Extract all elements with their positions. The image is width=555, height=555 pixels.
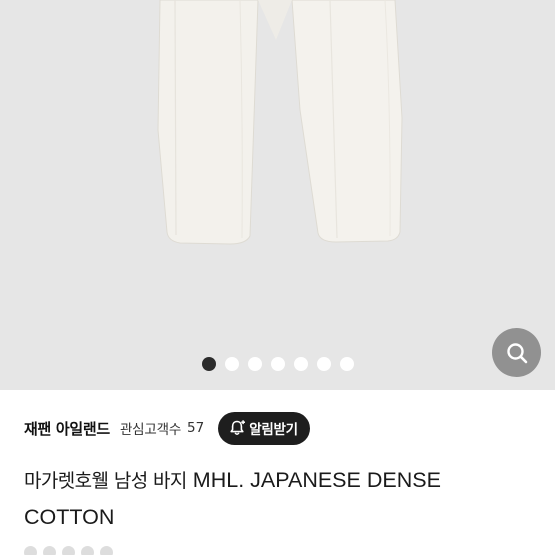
product-photo — [157, 0, 403, 245]
get-notifications-label: 알림받기 — [249, 422, 298, 438]
gallery-dot-5[interactable] — [294, 357, 308, 371]
get-notifications-button[interactable]: 알림받기 — [218, 411, 310, 445]
rating-row-partial — [24, 546, 113, 555]
product-title-korean: 마가렛호웰 남성 바지 — [24, 470, 187, 492]
product-detail-page: 재팬 아일랜드 관심고객수 57 알림받기 마가렛호웰 남성 바지 MHL. J… — [0, 0, 555, 555]
product-image-gallery[interactable] — [0, 0, 555, 390]
product-title: 마가렛호웰 남성 바지 MHL. JAPANESE DENSE COTTON — [24, 462, 534, 535]
star-icon — [24, 546, 37, 555]
gallery-dot-3[interactable] — [248, 357, 262, 371]
zoom-button[interactable] — [492, 328, 541, 377]
seller-name[interactable]: 재팬 아일랜드 — [24, 418, 110, 439]
seller-row: 재팬 아일랜드 관심고객수 57 알림받기 — [24, 410, 310, 446]
gallery-pagination — [202, 357, 354, 371]
gallery-dot-1[interactable] — [202, 357, 216, 371]
follower-count-label: 관심고객수 — [119, 422, 182, 438]
bell-plus-icon — [230, 420, 246, 435]
search-icon — [506, 342, 527, 363]
gallery-dot-7[interactable] — [340, 357, 354, 371]
gallery-dot-4[interactable] — [271, 357, 285, 371]
star-icon — [100, 546, 113, 555]
star-icon — [43, 546, 56, 555]
star-icon — [81, 546, 94, 555]
gallery-dot-2[interactable] — [225, 357, 239, 371]
gallery-dot-6[interactable] — [317, 357, 331, 371]
star-icon — [62, 546, 75, 555]
follower-count: 57 — [187, 420, 205, 436]
